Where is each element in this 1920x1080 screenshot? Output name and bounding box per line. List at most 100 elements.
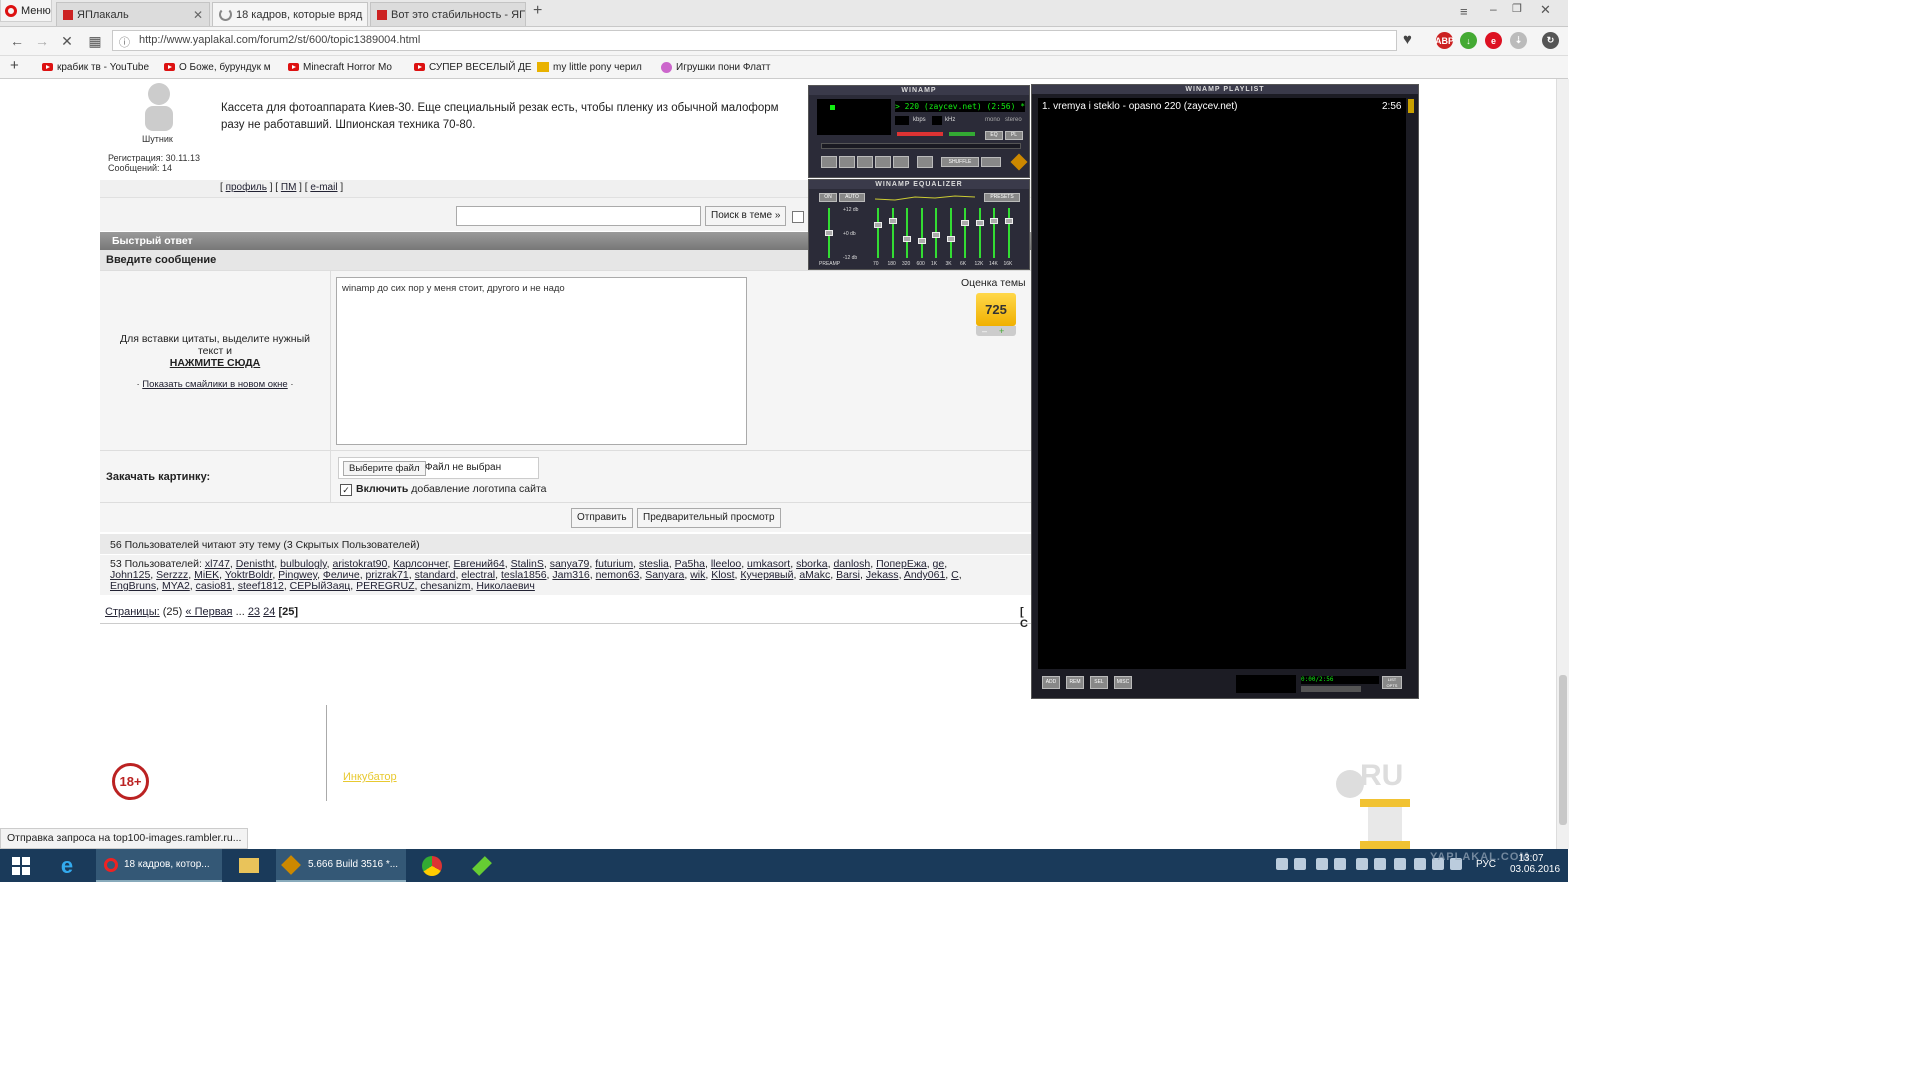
back-icon[interactable]: ←	[7, 31, 27, 51]
internet-explorer-icon[interactable]: e	[50, 849, 84, 882]
equalizer-titlebar[interactable]: WINAMP EQUALIZER	[809, 180, 1029, 189]
eq-band-knob[interactable]	[990, 218, 998, 224]
close-icon[interactable]: ✕	[187, 8, 203, 22]
tray-icon[interactable]	[1316, 858, 1328, 870]
user-link[interactable]: C	[951, 569, 959, 581]
bookmark-heart-icon[interactable]: ♥	[1403, 31, 1412, 48]
stop-icon[interactable]	[875, 156, 891, 168]
tab-menu-icon[interactable]: ≡	[1460, 4, 1468, 19]
page-24-link[interactable]: 24	[263, 606, 275, 618]
preamp-knob[interactable]	[825, 230, 833, 236]
tray-icon[interactable]	[1276, 858, 1288, 870]
playlist-scroll-thumb[interactable]	[1408, 99, 1414, 113]
playlist-toggle-button[interactable]: PL	[1005, 131, 1023, 140]
tray-icon[interactable]	[1334, 858, 1346, 870]
extension-icon[interactable]: e	[1485, 32, 1502, 49]
download-arrow-icon[interactable]: ↓	[1460, 32, 1477, 49]
footer-link[interactable]: Инкубатор	[343, 771, 397, 783]
preview-button[interactable]: Предварительный просмотр	[637, 508, 781, 528]
user-link[interactable]: wik	[690, 569, 705, 581]
bookmark-item[interactable]: Minecraft Horror Mo	[288, 59, 392, 75]
playlist-misc-button[interactable]: MISC	[1114, 676, 1132, 689]
eq-band-knob[interactable]	[1004, 218, 1013, 224]
battery-tray-icon[interactable]	[1414, 858, 1426, 870]
send-button[interactable]: Отправить	[571, 508, 633, 528]
eq-band-knob[interactable]	[874, 222, 882, 228]
file-explorer-icon[interactable]	[234, 849, 264, 882]
search-in-topic-button[interactable]: Поиск в теме »	[705, 206, 787, 226]
eq-band-knob[interactable]	[946, 236, 955, 242]
eq-band-slider[interactable]	[978, 208, 981, 258]
playlist-area[interactable]: 1. vremya i steklo - opasno 220 (zaycev.…	[1038, 98, 1406, 669]
message-textarea[interactable]: winamp до сих пор у меня стоит, другого …	[336, 277, 747, 445]
user-link[interactable]: EngBruns	[110, 580, 156, 592]
tab-18-frames[interactable]: 18 кадров, которые вряд ✕	[212, 2, 368, 26]
user-link[interactable]: Jekass	[866, 569, 899, 581]
bookmark-item[interactable]: my little pony черил	[537, 59, 642, 75]
eq-band-knob[interactable]	[903, 236, 911, 242]
tray-icon[interactable]	[1356, 858, 1368, 870]
eq-band-slider[interactable]	[906, 208, 908, 258]
playlist-titlebar[interactable]: WINAMP PLAYLIST	[1032, 85, 1418, 94]
repeat-button[interactable]	[981, 157, 1001, 167]
taskbar-winamp-window[interactable]: 5.666 Build 3516 *...	[276, 849, 406, 882]
playlist-mini-controls[interactable]	[1301, 686, 1361, 692]
page-scrollbar[interactable]	[1556, 79, 1569, 849]
bookmark-item[interactable]: О Боже, бурундук м	[164, 59, 271, 75]
eq-presets-button[interactable]: PRESETS	[984, 193, 1020, 202]
speed-dial-icon[interactable]: ▦	[85, 31, 105, 51]
user-link[interactable]: casio81	[196, 580, 232, 592]
pages-label[interactable]: Страницы:	[105, 606, 160, 618]
network-tray-icon[interactable]	[1374, 858, 1386, 870]
eq-band-knob[interactable]	[932, 232, 940, 238]
user-link[interactable]: MYA2	[162, 580, 190, 592]
first-page-link[interactable]: « Первая	[185, 606, 232, 618]
scrollbar-thumb[interactable]	[1559, 675, 1567, 825]
winamp-playlist-window[interactable]: WINAMP PLAYLIST 1. vremya i steklo - opa…	[1031, 84, 1419, 699]
tray-icon[interactable]	[1394, 858, 1406, 870]
page-info-icon[interactable]: ⓘ	[119, 34, 130, 50]
adblock-icon[interactable]: ABP	[1435, 32, 1454, 49]
user-link[interactable]: Sanyara	[645, 569, 684, 581]
minimize-icon[interactable]: –	[1490, 2, 1497, 16]
search-input[interactable]	[456, 206, 701, 226]
playlist-list-options-button[interactable]: LIST OPTS	[1382, 676, 1402, 689]
eq-band-slider[interactable]	[949, 208, 952, 258]
playlist-remove-button[interactable]: REM	[1066, 676, 1084, 689]
user-link[interactable]: aMakc	[799, 569, 830, 581]
chrome-icon[interactable]	[418, 849, 446, 882]
sims-icon[interactable]	[468, 849, 496, 882]
eq-auto-button[interactable]: AUTO	[839, 193, 865, 202]
file-input[interactable]: Выберите файл Файл не выбран	[338, 457, 539, 479]
next-icon[interactable]	[893, 156, 909, 168]
user-link[interactable]: Jam316	[552, 569, 589, 581]
user-link[interactable]: СЕРЫйЗаяц	[290, 580, 351, 592]
clock[interactable]: 13:07 03.06.2016	[1510, 853, 1560, 875]
history-icon[interactable]: ↻	[1542, 32, 1559, 49]
eq-band-slider[interactable]	[964, 208, 966, 258]
stop-loading-icon[interactable]: ✕	[57, 31, 77, 51]
click-here-link[interactable]: НАЖМИТЕ СЮДА	[100, 357, 330, 369]
opera-menu-button[interactable]: Меню	[0, 0, 52, 22]
eq-band-knob[interactable]	[917, 238, 926, 244]
user-link[interactable]: Николаевич	[476, 580, 535, 592]
user-link[interactable]: steef1812	[238, 580, 284, 592]
seek-bar[interactable]	[821, 143, 1021, 149]
profile-link[interactable]: профиль	[226, 182, 267, 193]
taskbar-opera-window[interactable]: 18 кадров, котор...	[96, 849, 222, 882]
user-link[interactable]: Andy061	[904, 569, 945, 581]
shuffle-button[interactable]: SHUFFLE	[941, 157, 979, 167]
tab-stability[interactable]: Вот это стабильность - ЯП ✕	[370, 2, 526, 26]
eq-band-slider[interactable]	[877, 208, 879, 258]
eq-on-button[interactable]: ON	[819, 193, 837, 202]
pause-icon[interactable]	[857, 156, 873, 168]
volume-slider[interactable]	[897, 132, 943, 136]
eq-band-slider[interactable]	[1007, 208, 1010, 258]
winamp-main-window[interactable]: WINAMP > 220 (zaycev.net) (2:56) *** 1. …	[808, 85, 1030, 178]
playlist-select-button[interactable]: SEL	[1090, 676, 1108, 689]
user-link[interactable]: Barsi	[836, 569, 860, 581]
logo-checkbox[interactable]: ✓	[340, 484, 352, 496]
shield-extension-icon[interactable]: ⇣	[1510, 32, 1527, 49]
page-23-link[interactable]: 23	[248, 606, 260, 618]
playlist-add-button[interactable]: ADD	[1042, 676, 1060, 689]
